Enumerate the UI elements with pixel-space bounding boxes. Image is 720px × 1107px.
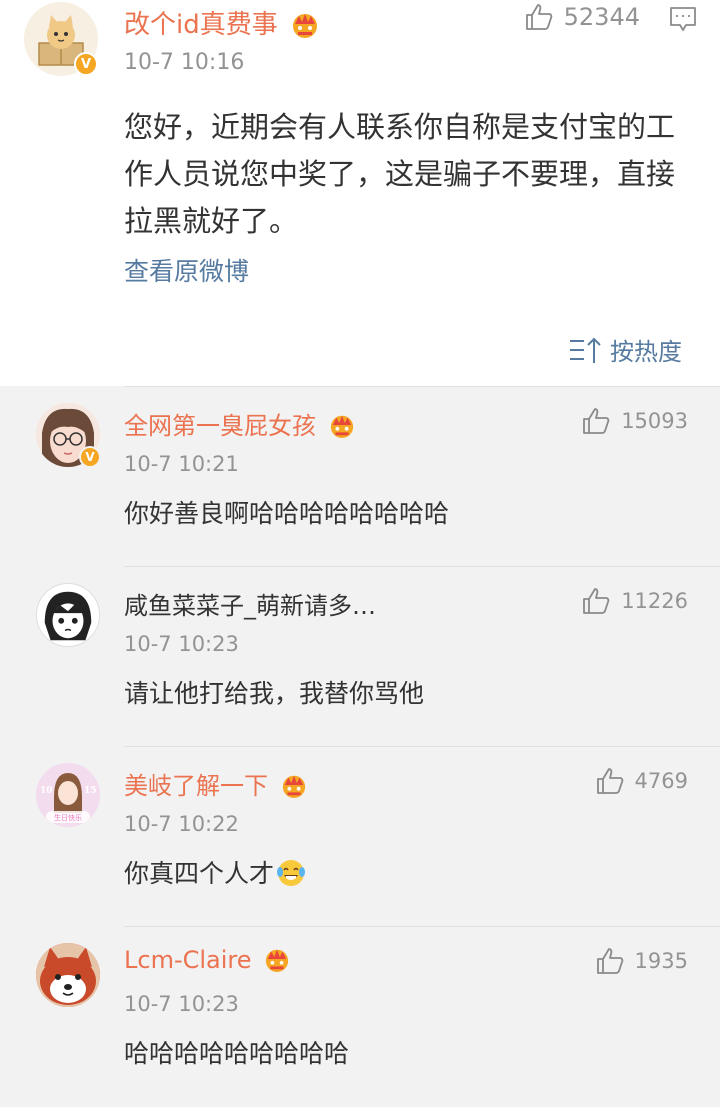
divider xyxy=(124,926,720,927)
comment-username[interactable]: Lcm-Claire xyxy=(124,946,291,974)
main-username[interactable]: 改个id真费事 xyxy=(124,4,320,41)
divider xyxy=(124,746,720,747)
comment-username[interactable]: 全网第一臭屁女孩 xyxy=(124,406,356,441)
main-post: V 改个id真费事 10-7 10:16 52344 您好，近期会有人联系你自称… xyxy=(0,0,720,386)
comment-avatar[interactable] xyxy=(36,583,100,647)
anime-girl-avatar-icon xyxy=(37,584,99,646)
divider xyxy=(124,386,720,387)
comment-time: 10-7 10:22 xyxy=(124,812,239,836)
comment-username-text[interactable]: 咸鱼菜菜子_萌新请多… xyxy=(124,592,376,620)
comment-time: 10-7 10:23 xyxy=(124,632,239,656)
comment-text: 请让他打给我，我替你骂他 xyxy=(124,679,425,708)
thumb-up-icon xyxy=(596,948,623,974)
view-original-link[interactable]: 查看原微博 xyxy=(124,252,249,288)
main-username-text[interactable]: 改个id真费事 xyxy=(124,10,278,40)
thumb-up-icon xyxy=(583,408,610,434)
comment-time: 10-7 10:21 xyxy=(124,452,239,476)
comment-username[interactable]: 美岐了解一下 xyxy=(124,766,308,801)
comment-avatar[interactable] xyxy=(36,943,100,1007)
main-like-count: 52344 xyxy=(563,3,640,31)
comment-list: V 全网第一臭屁女孩 10-7 10:21 15093 你好善良啊哈哈哈哈哈哈哈… xyxy=(0,386,720,1106)
comment-text: 你真四个人才 xyxy=(124,854,306,890)
birthday-avatar-icon: 10 15 生日快乐 xyxy=(36,763,100,827)
comment-item: 咸鱼菜菜子_萌新请多… 10-7 10:23 11226 请让他打给我，我替你骂… xyxy=(0,566,720,746)
comment-button[interactable] xyxy=(668,4,698,38)
shiba-avatar-icon xyxy=(36,943,100,1007)
thumb-up-icon xyxy=(525,4,552,30)
comment-text-content: 你真四个人才 xyxy=(124,859,275,888)
comment-like-button[interactable]: 15093 xyxy=(581,406,688,436)
crown-icon xyxy=(282,775,305,798)
comment-like-button[interactable]: 1935 xyxy=(595,946,688,976)
thumb-up-icon xyxy=(583,588,610,614)
comment-username-text[interactable]: Lcm-Claire xyxy=(124,946,252,974)
sort-by-hot-button[interactable]: 按热度 xyxy=(568,332,682,367)
verified-icon: V xyxy=(79,446,101,468)
sort-label[interactable]: 按热度 xyxy=(610,332,682,367)
divider xyxy=(124,566,720,567)
comment-like-count: 11226 xyxy=(621,589,688,613)
comment-like-button[interactable]: 11226 xyxy=(581,586,688,616)
comment-like-count: 4769 xyxy=(634,769,688,793)
comment-like-button[interactable]: 4769 xyxy=(595,766,688,796)
main-time: 10-7 10:16 xyxy=(124,50,245,75)
comment-username[interactable]: 咸鱼菜菜子_萌新请多… xyxy=(124,586,376,621)
avatar-number-left: 10 xyxy=(40,786,53,796)
comment-item: 10 15 生日快乐 美岐了解一下 10-7 10:22 4769 你真四个人才 xyxy=(0,746,720,926)
comment-icon xyxy=(670,7,696,31)
comment-like-count: 15093 xyxy=(621,409,688,433)
laugh-cry-emoji xyxy=(277,860,306,886)
thumb-up-icon xyxy=(596,768,623,794)
crown-icon xyxy=(266,949,289,972)
comment-username-text[interactable]: 美岐了解一下 xyxy=(124,772,268,800)
avatar-caption: 生日快乐 xyxy=(54,813,82,822)
comment-text: 你好善良啊哈哈哈哈哈哈哈哈 xyxy=(124,499,450,528)
comment-item: V 全网第一臭屁女孩 10-7 10:21 15093 你好善良啊哈哈哈哈哈哈哈… xyxy=(0,386,720,566)
comment-time: 10-7 10:23 xyxy=(124,992,239,1016)
avatar-number-right: 15 xyxy=(84,786,97,796)
crown-icon xyxy=(330,415,353,438)
comment-username-text[interactable]: 全网第一臭屁女孩 xyxy=(124,412,316,440)
main-like-button[interactable]: 52344 xyxy=(524,2,640,32)
comment-like-count: 1935 xyxy=(634,949,688,973)
post-text: 您好，近期会有人联系你自称是支付宝的工作人员说您中奖了，这是骗子不要理，直接拉黑… xyxy=(124,110,676,238)
comment-text: 哈哈哈哈哈哈哈哈哈 xyxy=(124,1039,350,1068)
comment-avatar[interactable]: 10 15 生日快乐 xyxy=(36,763,100,827)
crown-icon xyxy=(293,13,317,38)
verified-icon: V xyxy=(74,52,98,76)
comment-item: Lcm-Claire 10-7 10:23 1935 哈哈哈哈哈哈哈哈哈 xyxy=(0,926,720,1106)
sort-icon xyxy=(570,337,601,363)
